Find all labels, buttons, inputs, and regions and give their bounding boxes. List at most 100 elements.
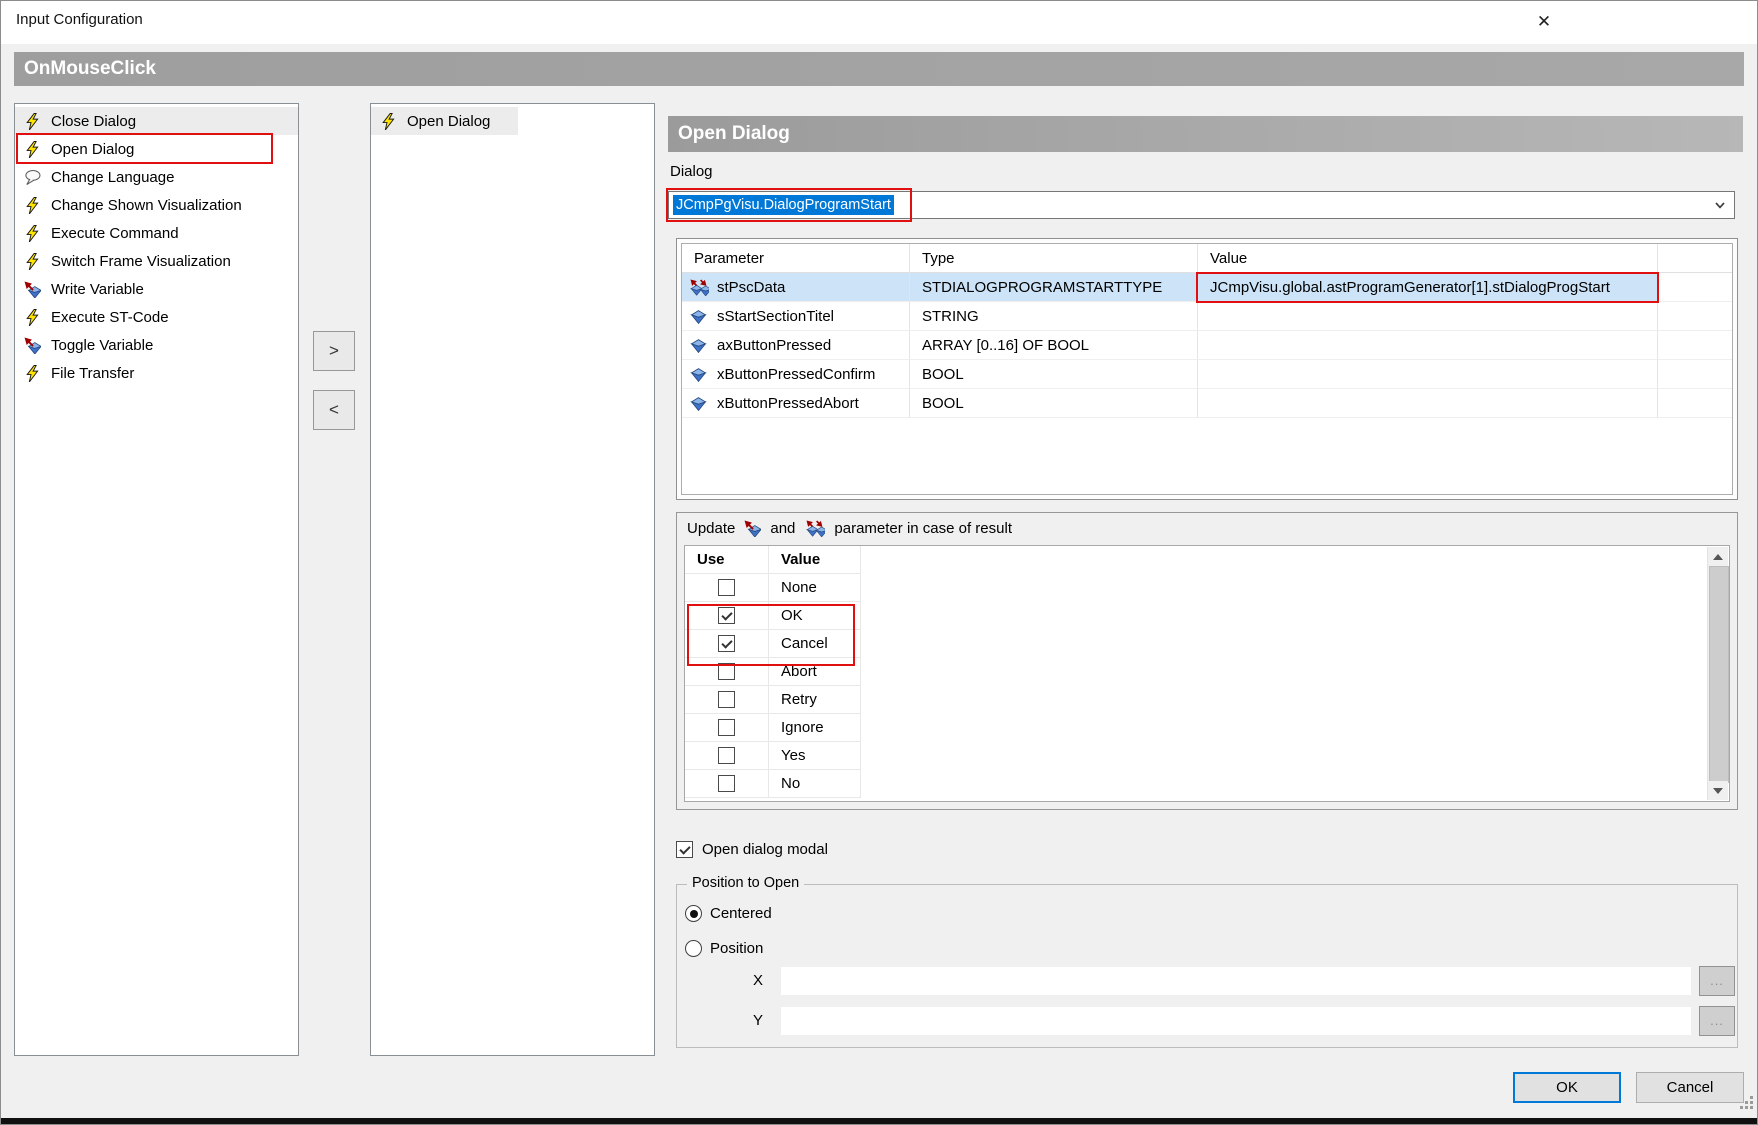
use-checkbox-cancel[interactable]	[718, 635, 735, 652]
use-checkbox-abort[interactable]	[718, 663, 735, 680]
dialog-combobox-value: JCmpPgVisu.DialogProgramStart	[673, 195, 894, 215]
param-cell-type[interactable]: BOOL	[910, 360, 1198, 389]
ok-button[interactable]: OK	[1513, 1072, 1621, 1103]
scrollbar-thumb[interactable]	[1709, 566, 1729, 783]
add-action-button[interactable]: >	[313, 331, 355, 371]
param-cell-name[interactable]: axButtonPressed	[682, 331, 910, 360]
param-cell-name[interactable]: xButtonPressedAbort	[682, 389, 910, 418]
param-cell-type[interactable]: ARRAY [0..16] OF BOOL	[910, 331, 1198, 360]
action-item-close-dialog[interactable]: Close Dialog	[15, 107, 298, 135]
param-cell-name[interactable]: xButtonPressedConfirm	[682, 360, 910, 389]
result-row-no-use[interactable]	[685, 770, 769, 798]
param-cell-value[interactable]: JCmpVisu.global.astProgramGenerator[1].s…	[1198, 273, 1658, 302]
lightning-icon	[24, 113, 41, 130]
open-dialog-modal-checkbox[interactable]	[676, 841, 693, 858]
window-titlebar: Input Configuration ✕	[0, 0, 1758, 44]
param-cell-value[interactable]	[1198, 302, 1658, 331]
column-header-value[interactable]: Value	[1198, 244, 1658, 273]
position-radio[interactable]	[685, 940, 702, 957]
use-checkbox-ignore[interactable]	[718, 719, 735, 736]
lightning-icon	[24, 225, 41, 242]
param-cell-type[interactable]: STDIALOGPROGRAMSTARTTYPE	[910, 273, 1198, 302]
action-item-label: Execute ST-Code	[51, 309, 169, 326]
use-checkbox-yes[interactable]	[718, 747, 735, 764]
action-item-execute-command[interactable]: Execute Command	[15, 219, 298, 247]
result-row-retry-use[interactable]	[685, 686, 769, 714]
result-list[interactable]: Use Value None OK Cancel Abort Retry Ign…	[684, 545, 1730, 802]
result-row-abort-value[interactable]: Abort	[769, 658, 861, 686]
lightning-icon	[24, 197, 41, 214]
action-item-change-language[interactable]: Change Language	[15, 163, 298, 191]
use-checkbox-none[interactable]	[718, 579, 735, 596]
result-row-ok-value[interactable]: OK	[769, 602, 861, 630]
use-checkbox-ok[interactable]	[718, 607, 735, 624]
column-header-parameter[interactable]: Parameter	[682, 244, 910, 273]
result-row-cancel-use[interactable]	[685, 630, 769, 658]
cancel-button[interactable]: Cancel	[1636, 1072, 1744, 1103]
param-cell-value[interactable]	[1198, 360, 1658, 389]
dialog-combobox[interactable]: JCmpPgVisu.DialogProgramStart	[668, 191, 1735, 219]
centered-radio-row[interactable]: Centered	[685, 905, 772, 922]
result-row-ignore-use[interactable]	[685, 714, 769, 742]
speech-bubble-icon	[24, 169, 41, 186]
y-browse-button[interactable]: ...	[1699, 1006, 1735, 1036]
param-cell-value[interactable]	[1198, 331, 1658, 360]
param-cell-name[interactable]: sStartSectionTitel	[682, 302, 910, 331]
update-caption-suffix: parameter in case of result	[834, 520, 1012, 537]
chevron-down-icon[interactable]	[1715, 202, 1725, 209]
variable-arrow-icon	[24, 337, 41, 354]
param-cell-name[interactable]: stPscData	[682, 273, 910, 302]
action-item-switch-frame-visualization[interactable]: Switch Frame Visualization	[15, 247, 298, 275]
centered-radio[interactable]	[685, 905, 702, 922]
remove-action-button[interactable]: <	[313, 390, 355, 430]
action-item-change-shown-visualization[interactable]: Change Shown Visualization	[15, 191, 298, 219]
param-name: stPscData	[717, 279, 785, 296]
open-dialog-modal-label: Open dialog modal	[702, 841, 828, 858]
x-browse-button[interactable]: ...	[1699, 966, 1735, 996]
result-row-ok-use[interactable]	[685, 602, 769, 630]
x-label: X	[753, 972, 763, 989]
available-actions-list[interactable]: Close Dialog Open Dialog Change Language…	[14, 103, 299, 1056]
resize-grip[interactable]	[1740, 1096, 1754, 1110]
param-cell-type[interactable]: STRING	[910, 302, 1198, 331]
configured-actions-list[interactable]: Open Dialog	[370, 103, 655, 1056]
modal-checkbox-row[interactable]: Open dialog modal	[676, 841, 828, 858]
param-cell-type[interactable]: BOOL	[910, 389, 1198, 418]
scroll-down-icon[interactable]	[1708, 781, 1728, 800]
update-scrollbar[interactable]	[1707, 547, 1728, 800]
action-item-write-variable[interactable]: Write Variable	[15, 275, 298, 303]
use-checkbox-retry[interactable]	[718, 691, 735, 708]
result-row-no-value[interactable]: No	[769, 770, 861, 798]
result-row-ignore-value[interactable]: Ignore	[769, 714, 861, 742]
result-row-yes-use[interactable]	[685, 742, 769, 770]
close-icon[interactable]: ✕	[1528, 7, 1560, 37]
lightning-icon	[24, 365, 41, 382]
use-checkbox-no[interactable]	[718, 775, 735, 792]
action-item-execute-st-code[interactable]: Execute ST-Code	[15, 303, 298, 331]
param-name: axButtonPressed	[717, 337, 831, 354]
column-header-type[interactable]: Type	[910, 244, 1198, 273]
position-to-open-group: Position to Open Centered Position X ...…	[676, 884, 1738, 1048]
x-input[interactable]	[781, 967, 1691, 995]
variable-icon	[688, 337, 709, 354]
result-row-abort-use[interactable]	[685, 658, 769, 686]
result-row-none-use[interactable]	[685, 574, 769, 602]
result-row-retry-value[interactable]: Retry	[769, 686, 861, 714]
action-item-label: Change Shown Visualization	[51, 197, 242, 214]
result-row-yes-value[interactable]: Yes	[769, 742, 861, 770]
configured-item-open-dialog[interactable]: Open Dialog	[371, 107, 518, 135]
result-row-cancel-value[interactable]: Cancel	[769, 630, 861, 658]
action-item-file-transfer[interactable]: File Transfer	[15, 359, 298, 387]
parameter-table: Parameter Type Value stPscData STDIALOGP…	[676, 238, 1738, 500]
y-input[interactable]	[781, 1007, 1691, 1035]
variable-arrow-icon	[24, 281, 41, 298]
param-cell-value[interactable]	[1198, 389, 1658, 418]
action-item-open-dialog[interactable]: Open Dialog	[15, 135, 298, 163]
out-variable-icon	[744, 520, 761, 537]
result-row-none-value[interactable]: None	[769, 574, 861, 602]
scroll-up-icon[interactable]	[1708, 547, 1728, 566]
action-item-toggle-variable[interactable]: Toggle Variable	[15, 331, 298, 359]
position-group-title: Position to Open	[687, 875, 804, 891]
param-cell-filler	[1658, 389, 1732, 418]
position-radio-row[interactable]: Position	[685, 940, 763, 957]
